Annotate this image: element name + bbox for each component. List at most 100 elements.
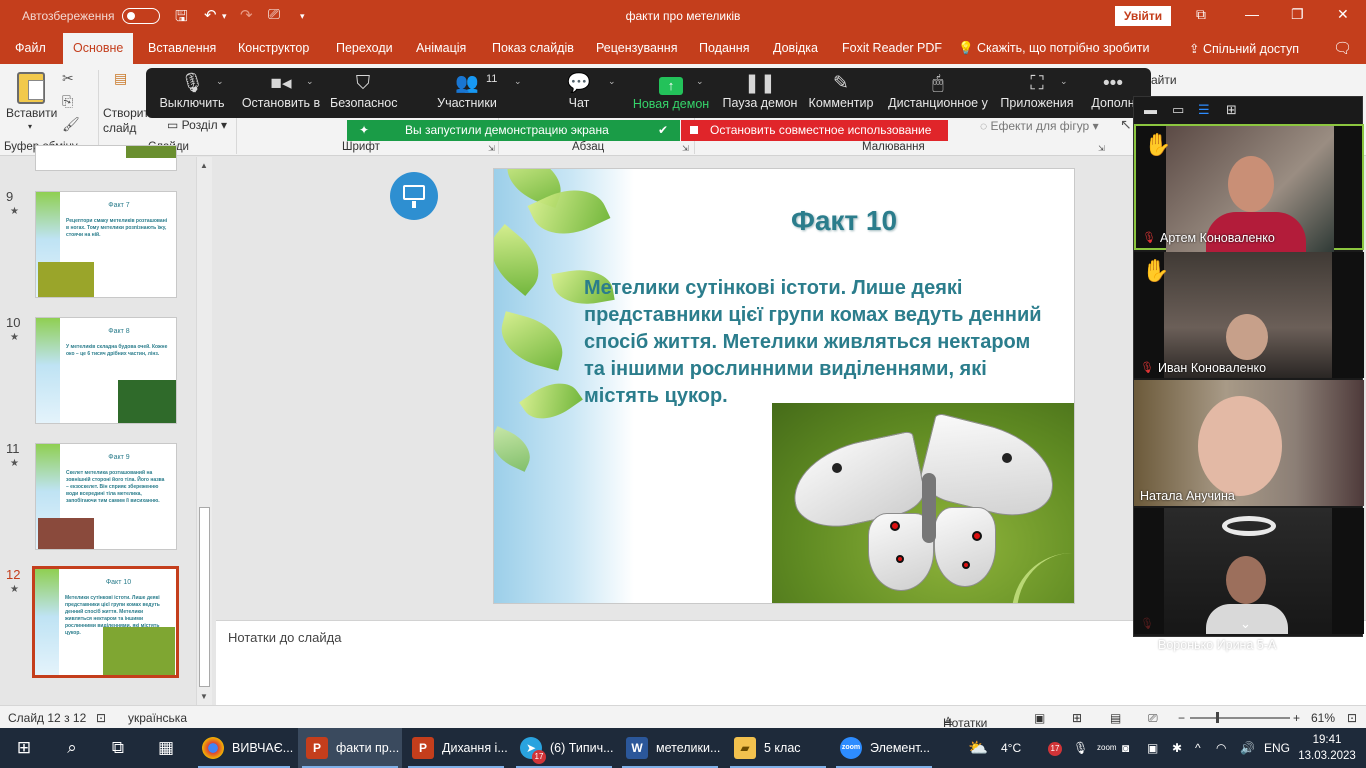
paste-dropdown-icon[interactable]: ▾ xyxy=(28,122,32,131)
participant-tile[interactable]: ✋ 🎙 Иван Коноваленко xyxy=(1134,252,1364,378)
reading-view-icon[interactable]: ▤ xyxy=(1110,711,1121,725)
tab-design[interactable]: Конструктор xyxy=(238,41,309,55)
remote-control-button[interactable]: 🖱 Дистанционное у xyxy=(888,68,988,118)
tab-file[interactable]: Файл xyxy=(15,41,46,55)
tray-bluetooth-icon[interactable]: ✱ xyxy=(1172,741,1182,755)
share-button[interactable]: ⇪ Спільний доступ xyxy=(1189,41,1299,56)
taskbar-app[interactable]: P Дихання і... xyxy=(404,728,508,768)
annotate-button[interactable]: ✎ Комментир xyxy=(808,68,874,118)
scroll-up-icon[interactable]: ▲ xyxy=(200,161,208,170)
minimize-icon[interactable]: — xyxy=(1245,6,1259,22)
video-options-caret-icon[interactable]: ⌄ xyxy=(306,76,314,87)
slideshow-view-icon[interactable]: ⎚ xyxy=(1148,711,1158,726)
ribbon-display-icon[interactable]: ⧉ xyxy=(1196,6,1206,23)
tab-animations[interactable]: Анімація xyxy=(416,41,466,55)
scroll-down-icon[interactable]: ▼ xyxy=(200,692,208,701)
tab-help[interactable]: Довідка xyxy=(773,41,818,55)
participants-caret-icon[interactable]: ⌄ xyxy=(514,76,522,87)
tray-meet-icon[interactable]: ▣ xyxy=(1147,741,1158,755)
scrollbar-thumb[interactable] xyxy=(199,507,210,687)
stop-sharing-button[interactable]: Остановить совместное использование xyxy=(681,120,948,141)
pause-share-button[interactable]: ❚❚ Пауза демон xyxy=(722,68,798,118)
wifi-icon[interactable]: ◠ xyxy=(1216,741,1226,755)
tray-zoom-icon[interactable]: zoom xyxy=(1097,743,1117,752)
cut-icon[interactable]: ✂ xyxy=(62,70,74,87)
language-indicator[interactable]: українська xyxy=(128,711,187,725)
slide-sorter-icon[interactable]: ⊞ xyxy=(1072,711,1082,725)
slide-thumbnail[interactable]: Факт 8 У метеликів складна будова очей. … xyxy=(35,317,177,424)
comments-icon[interactable]: 🗨 xyxy=(1333,39,1352,57)
zoom-out-icon[interactable]: − xyxy=(1178,711,1185,725)
current-slide[interactable]: Факт 10 Метелики сутінкові істоти. Лише … xyxy=(493,168,1075,604)
paste-icon[interactable] xyxy=(17,72,45,104)
scroll-down-chevron-icon[interactable]: ⌄ xyxy=(1240,616,1251,632)
tab-view[interactable]: Подання xyxy=(699,41,749,55)
tray-mic-icon[interactable]: 🎙 xyxy=(1073,741,1088,755)
slide-body-text[interactable]: Метелики сутінкові істоти. Лише деякі пр… xyxy=(584,275,1049,410)
taskbar-app-active[interactable]: P факти пр... xyxy=(298,728,402,768)
paragraph-launcher-icon[interactable]: ⇲ xyxy=(682,144,689,153)
gallery-view-icon[interactable]: ⊞ xyxy=(1226,102,1237,118)
signin-button[interactable]: Увійти xyxy=(1115,6,1171,26)
copy-icon[interactable]: ⎘ xyxy=(62,93,73,110)
input-language[interactable]: ENG xyxy=(1264,741,1290,755)
new-slide-icon[interactable]: ▤ xyxy=(114,70,127,87)
slide-thumbnail[interactable]: Факт 7 Рецептори смаку метеликів розташо… xyxy=(35,191,177,298)
chat-caret-icon[interactable]: ⌄ xyxy=(608,76,616,87)
tab-home[interactable]: Основне xyxy=(63,33,134,64)
tray-app-icon[interactable]: ◙ xyxy=(1122,741,1129,755)
tab-insert[interactable]: Вставлення xyxy=(148,41,216,55)
zoom-level[interactable]: 61% xyxy=(1311,711,1335,725)
presenter-icon[interactable] xyxy=(390,172,438,220)
share-caret-icon[interactable]: ⌄ xyxy=(696,76,704,87)
close-icon[interactable]: ✕ xyxy=(1337,6,1349,23)
security-button[interactable]: ⛉ Безопаснос xyxy=(330,68,398,118)
speaker-view-icon[interactable]: ☰ xyxy=(1198,102,1210,118)
search-icon[interactable]: ⌕ xyxy=(62,738,82,758)
tab-transitions[interactable]: Переходи xyxy=(336,41,393,55)
weather-temperature[interactable]: 4°C xyxy=(1001,741,1021,755)
audio-options-caret-icon[interactable]: ⌄ xyxy=(216,76,224,87)
taskbar-app[interactable]: ▰ 5 клас xyxy=(726,728,830,768)
restore-icon[interactable]: ❐ xyxy=(1291,6,1304,23)
drawing-launcher-icon[interactable]: ⇲ xyxy=(1098,144,1105,153)
slide-thumbnail[interactable]: Факт 9 Скелет метелика розташований на з… xyxy=(35,443,177,550)
taskbar-app[interactable]: ➤ 17 (6) Типич... xyxy=(512,728,616,768)
tab-foxit[interactable]: Foxit Reader PDF xyxy=(842,41,942,55)
thumbnail-view-icon[interactable]: ▭ xyxy=(1172,102,1184,118)
taskbar-app[interactable]: W метелики... xyxy=(618,728,722,768)
taskbar-app[interactable]: zoom Элемент... xyxy=(832,728,936,768)
system-clock[interactable]: 19:41 13.03.2023 xyxy=(1297,732,1357,764)
select-cursor-icon[interactable]: ↖ xyxy=(1120,116,1132,133)
find-button[interactable]: айти xyxy=(1151,73,1177,87)
zoom-slider[interactable] xyxy=(1190,712,1290,723)
slide-thumbnail-active[interactable]: Факт 10 Метелики сутінкові істоти. Лише … xyxy=(32,566,179,678)
tab-review[interactable]: Рецензування xyxy=(596,41,677,55)
format-painter-icon[interactable]: 🖌 xyxy=(62,116,80,133)
section-button[interactable]: ▭ Розділ ▾ xyxy=(167,118,227,132)
minimize-video-icon[interactable]: ▬ xyxy=(1144,102,1157,117)
zoom-in-icon[interactable]: + xyxy=(1293,711,1300,725)
volume-icon[interactable]: 🔊 xyxy=(1240,741,1255,755)
butterfly-photo[interactable] xyxy=(772,403,1074,603)
windows-start-icon[interactable]: ⊞ xyxy=(14,738,34,758)
tray-notification-badge[interactable]: 17 xyxy=(1048,742,1062,756)
slide-title[interactable]: Факт 10 xyxy=(744,205,944,237)
fit-to-window-icon[interactable]: ⊡ xyxy=(1347,711,1357,725)
new-slide-button[interactable]: Створити слайд xyxy=(103,106,156,136)
participant-tile[interactable]: ✋ 🎙 Артем Коноваленко xyxy=(1134,124,1364,252)
calculator-icon[interactable]: ▦ xyxy=(156,738,176,758)
tell-me-search[interactable]: Скажіть, що потрібно зробити xyxy=(977,41,1150,55)
thumbnails-scrollbar[interactable]: ▲ ▼ xyxy=(196,157,212,705)
task-view-icon[interactable]: ⧉ xyxy=(108,738,128,758)
apps-caret-icon[interactable]: ⌄ xyxy=(1060,76,1068,87)
shape-effects-button[interactable]: ◌ Ефекти для фігур ▾ xyxy=(980,119,1099,133)
font-launcher-icon[interactable]: ⇲ xyxy=(488,144,495,153)
taskbar-app[interactable]: ВИВЧАЄ... xyxy=(194,728,294,768)
slide-thumbnail[interactable] xyxy=(35,145,177,171)
tray-chevron-icon[interactable]: ^ xyxy=(1195,741,1201,755)
chat-button[interactable]: 💬 Чат xyxy=(556,68,602,118)
participant-tile[interactable]: Натала Анучина xyxy=(1134,380,1364,506)
participant-tile[interactable]: 🎙 Воронько Ирина 5-А ⌄ xyxy=(1134,508,1364,652)
tab-slideshow[interactable]: Показ слайдів xyxy=(492,41,574,55)
